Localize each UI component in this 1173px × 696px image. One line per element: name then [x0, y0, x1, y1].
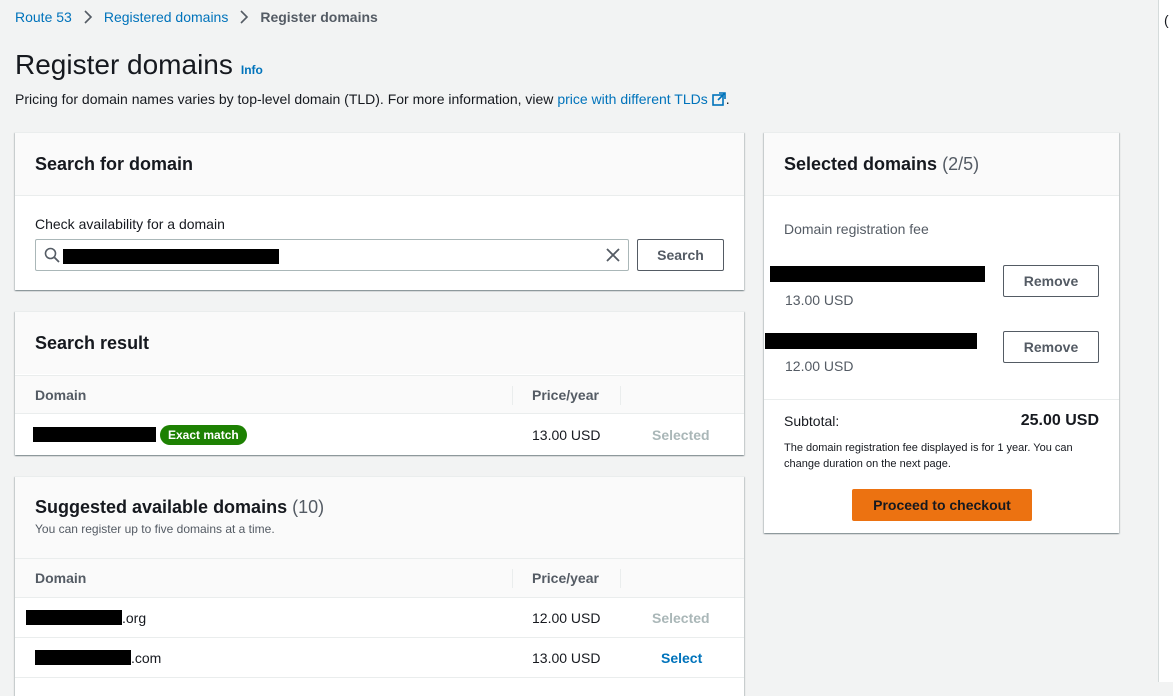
search-panel: Search for domain Check availability for… [15, 132, 744, 290]
price-cell: 13.00 USD [532, 649, 601, 666]
table-row: Exact match 13.00 USD Selected [15, 414, 744, 455]
chevron-right-icon [83, 10, 93, 24]
chevron-right-icon [239, 10, 249, 24]
column-header-price: Price/year [532, 570, 599, 586]
search-input-value-redacted [63, 249, 279, 264]
selected-domains-panel: Selected domains (2/5) Domain registrati… [764, 132, 1119, 533]
divider [764, 399, 1119, 400]
search-icon [44, 247, 60, 268]
external-link-icon [711, 92, 726, 109]
search-button[interactable]: Search [637, 239, 724, 271]
info-link[interactable]: Info [241, 63, 263, 77]
domain-name-redacted [26, 610, 122, 625]
table-row: .org 12.00 USD Selected [15, 598, 744, 638]
search-panel-title: Search for domain [35, 153, 194, 174]
table-row: .com 13.00 USD Select [15, 638, 744, 678]
selected-count: (2/5) [942, 153, 980, 174]
suggested-title: Suggested available domains (10) [35, 497, 325, 517]
selected-domain-price: 12.00 USD [785, 358, 854, 374]
selected-domain-name-redacted [765, 333, 977, 349]
breadcrumb-current: Register domains [260, 9, 378, 25]
status-badge: Exact match [160, 424, 247, 445]
suggested-table-header: Domain Price/year [15, 558, 744, 598]
domain-name-redacted [33, 427, 156, 442]
select-domain-button[interactable]: Select [661, 638, 702, 677]
column-header-domain: Domain [35, 570, 87, 586]
selected-domain-price: 13.00 USD [785, 292, 854, 308]
price-cell: 13.00 USD [532, 426, 601, 443]
page-description: Pricing for domain names varies by top-l… [15, 91, 730, 109]
breadcrumb-registered-domains[interactable]: Registered domains [104, 9, 229, 25]
remove-button[interactable]: Remove [1003, 265, 1099, 297]
suggested-count: (10) [292, 497, 325, 517]
adjacent-window-edge: ( [1158, 0, 1173, 682]
suggested-domains-panel: Suggested available domains (10) You can… [15, 476, 744, 696]
column-header-domain: Domain [35, 386, 87, 403]
domain-suffix: .org [122, 609, 147, 626]
subtotal-value: 25.00 USD [1020, 412, 1099, 429]
remove-button[interactable]: Remove [1003, 331, 1099, 363]
subtotal-label: Subtotal: [784, 413, 840, 429]
domain-name-redacted [35, 650, 131, 665]
domain-suffix: .com [131, 649, 162, 666]
page-title: Register domains [15, 49, 233, 80]
fee-label: Domain registration fee [784, 221, 929, 237]
breadcrumb: Route 53 Registered domains Register dom… [15, 9, 378, 25]
search-result-panel: Search result Domain Price/year Exact ma… [15, 311, 744, 455]
selected-status: Selected [652, 426, 710, 443]
page-header: Register domains Info [15, 49, 263, 81]
breadcrumb-route53[interactable]: Route 53 [15, 9, 72, 25]
price-cell: 12.00 USD [532, 609, 601, 626]
suggested-subtitle: You can register up to five domains at a… [35, 522, 275, 536]
search-result-table-header: Domain Price/year [15, 375, 744, 414]
clear-icon[interactable] [605, 247, 621, 268]
selected-domains-title: Selected domains (2/5) [784, 153, 980, 174]
duration-note: The domain registration fee displayed is… [784, 442, 1073, 470]
search-result-title: Search result [35, 332, 150, 353]
selected-status: Selected [652, 609, 710, 626]
selected-domain-name-redacted [770, 266, 985, 282]
search-field-label: Check availability for a domain [35, 216, 225, 232]
tld-pricing-link[interactable]: price with different TLDs [557, 91, 726, 109]
proceed-to-checkout-button[interactable]: Proceed to checkout [852, 489, 1032, 521]
search-input[interactable] [35, 239, 629, 271]
column-header-price: Price/year [532, 386, 599, 403]
